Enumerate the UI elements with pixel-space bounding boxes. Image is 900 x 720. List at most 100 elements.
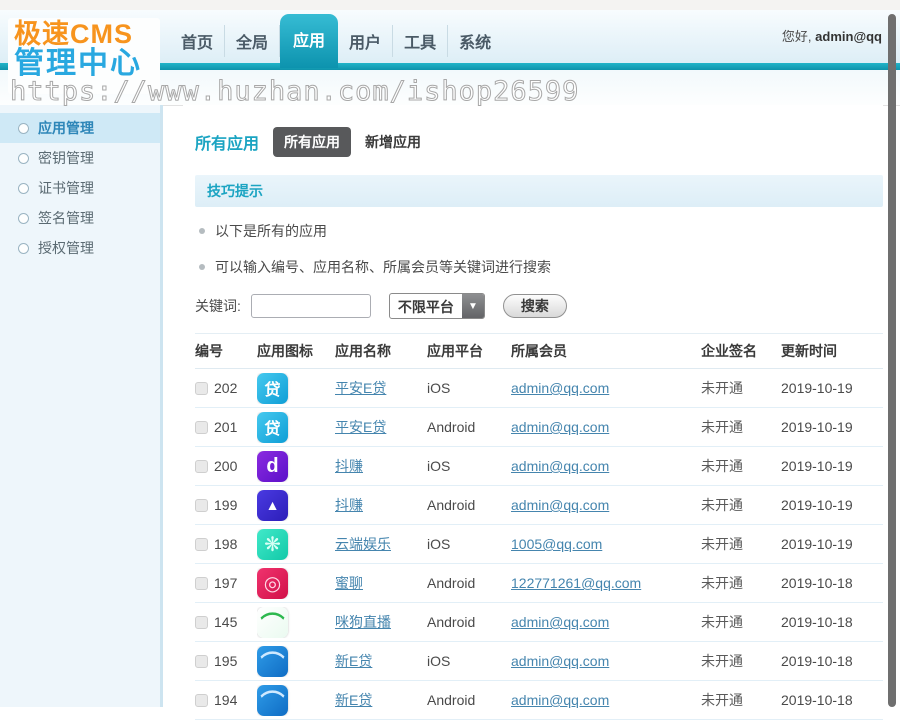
member-link[interactable]: 122771261@qq.com: [511, 575, 641, 591]
row-checkbox[interactable]: [195, 616, 208, 629]
member-link[interactable]: admin@qq.com: [511, 458, 609, 474]
app-name-link[interactable]: 平安E贷: [335, 419, 386, 435]
sidebar-item-label: 授权管理: [38, 238, 94, 258]
nav-tab-global[interactable]: 全局: [225, 25, 280, 57]
nav-tab-apps[interactable]: 应用: [280, 14, 338, 68]
app-platform: Android: [427, 497, 511, 513]
row-checkbox[interactable]: [195, 655, 208, 668]
radio-dot-icon: [18, 213, 29, 224]
chevron-down-icon: ▼: [462, 294, 484, 318]
migou-live-arch-icon: ⌒: [257, 607, 288, 638]
row-checkbox[interactable]: [195, 382, 208, 395]
sidebar-item-label: 应用管理: [38, 118, 94, 138]
new-e-loan-arch-icon: ⌒: [257, 685, 288, 716]
logo-line2: 管理中心: [14, 48, 154, 80]
col-platform: 应用平台: [427, 341, 511, 361]
pingan-e-loan-icon: 贷: [257, 412, 288, 443]
col-member: 所属会员: [511, 341, 701, 361]
app-name-link[interactable]: 新E贷: [335, 653, 372, 669]
row-checkbox[interactable]: [195, 694, 208, 707]
row-checkbox[interactable]: [195, 499, 208, 512]
app-id: 201: [214, 419, 237, 435]
col-name: 应用名称: [335, 341, 427, 361]
signature-status: 未开通: [701, 417, 781, 437]
logo-line1: 极速CMS: [14, 20, 154, 48]
radio-dot-icon: [18, 153, 29, 164]
app-platform: iOS: [427, 536, 511, 552]
app-id: 197: [214, 575, 237, 591]
row-checkbox[interactable]: [195, 577, 208, 590]
nav-tab-tools[interactable]: 工具: [393, 25, 448, 57]
app-name-link[interactable]: 咪狗直播: [335, 614, 391, 630]
tips-panel-header: 技巧提示: [195, 175, 883, 207]
tab-all-apps[interactable]: 所有应用: [273, 127, 351, 157]
sidebar-item-cert-management[interactable]: 证书管理: [0, 173, 160, 203]
member-link[interactable]: 1005@qq.com: [511, 536, 602, 552]
user-greeting: 您好, admin@qq: [782, 26, 882, 45]
member-link[interactable]: admin@qq.com: [511, 692, 609, 708]
col-icon: 应用图标: [257, 341, 335, 361]
member-link[interactable]: admin@qq.com: [511, 614, 609, 630]
app-id: 199: [214, 497, 237, 513]
douzhuan-icon: d: [257, 451, 288, 482]
sidebar-item-authorization-management[interactable]: 授权管理: [0, 233, 160, 263]
app-platform: iOS: [427, 380, 511, 396]
radio-dot-icon: [18, 123, 29, 134]
scrollbar-track[interactable]: [886, 0, 900, 707]
greeting-username[interactable]: admin@qq: [815, 29, 882, 44]
sidebar-item-app-management[interactable]: 应用管理: [0, 113, 160, 143]
bullet-dot-icon: [199, 264, 205, 270]
sidebar-item-label: 签名管理: [38, 208, 94, 228]
title-row: 所有应用 所有应用 新增应用: [195, 127, 883, 157]
tips-bullets: 以下是所有的应用 可以输入编号、应用名称、所属会员等关键词进行搜索: [199, 221, 883, 277]
app-name-link[interactable]: 新E贷: [335, 692, 372, 708]
tip-text: 可以输入编号、应用名称、所属会员等关键词进行搜索: [215, 257, 551, 277]
keyword-input[interactable]: [251, 294, 371, 318]
signature-status: 未开通: [701, 612, 781, 632]
top-nav: 首页 全局 应用 用户 工具 系统: [170, 26, 502, 56]
table-row: 201 贷 平安E贷 Android admin@qq.com 未开通 2019…: [195, 408, 883, 447]
sidebar-item-signature-management[interactable]: 签名管理: [0, 203, 160, 233]
nav-tab-users[interactable]: 用户: [338, 25, 393, 57]
cloud-entertainment-pinwheel-icon: ❋: [257, 529, 288, 560]
radio-dot-icon: [18, 243, 29, 254]
col-updated: 更新时间: [781, 341, 883, 361]
pingan-e-loan-icon: 贷: [257, 373, 288, 404]
app-id: 202: [214, 380, 237, 396]
table-row: 198 ❋ 云端娱乐 iOS 1005@qq.com 未开通 2019-10-1…: [195, 525, 883, 564]
milao-chat-bubble-icon: ◎: [257, 568, 288, 599]
app-name-link[interactable]: 抖赚: [335, 497, 363, 513]
search-button[interactable]: 搜索: [503, 294, 567, 318]
app-name-link[interactable]: 云端娱乐: [335, 536, 391, 552]
signature-status: 未开通: [701, 534, 781, 554]
member-link[interactable]: admin@qq.com: [511, 419, 609, 435]
row-checkbox[interactable]: [195, 538, 208, 551]
app-id: 195: [214, 653, 237, 669]
updated-date: 2019-10-18: [781, 614, 883, 630]
row-checkbox[interactable]: [195, 421, 208, 434]
radio-dot-icon: [18, 183, 29, 194]
app-name-link[interactable]: 蜜聊: [335, 575, 363, 591]
app-platform: Android: [427, 614, 511, 630]
nav-tab-system[interactable]: 系统: [448, 25, 502, 57]
scrollbar-thumb[interactable]: [888, 14, 896, 707]
signature-status: 未开通: [701, 690, 781, 710]
table-row: 200 d 抖赚 iOS admin@qq.com 未开通 2019-10-19: [195, 447, 883, 486]
member-link[interactable]: admin@qq.com: [511, 497, 609, 513]
platform-select[interactable]: 不限平台 ▼: [389, 293, 485, 319]
member-link[interactable]: admin@qq.com: [511, 380, 609, 396]
col-id: 编号: [195, 341, 257, 361]
member-link[interactable]: admin@qq.com: [511, 653, 609, 669]
search-form: 关键词: 不限平台 ▼ 搜索: [195, 293, 883, 334]
nav-tab-home[interactable]: 首页: [170, 25, 225, 57]
row-checkbox[interactable]: [195, 460, 208, 473]
sidebar-item-key-management[interactable]: 密钥管理: [0, 143, 160, 173]
table-row: 199 ▲ 抖赚 Android admin@qq.com 未开通 2019-1…: [195, 486, 883, 525]
app-name-link[interactable]: 平安E贷: [335, 380, 386, 396]
app-name-link[interactable]: 抖赚: [335, 458, 363, 474]
tab-new-app[interactable]: 新增应用: [365, 132, 421, 152]
table-row: 195 ⌒ 新E贷 iOS admin@qq.com 未开通 2019-10-1…: [195, 642, 883, 681]
bullet-dot-icon: [199, 228, 205, 234]
updated-date: 2019-10-18: [781, 575, 883, 591]
signature-status: 未开通: [701, 573, 781, 593]
